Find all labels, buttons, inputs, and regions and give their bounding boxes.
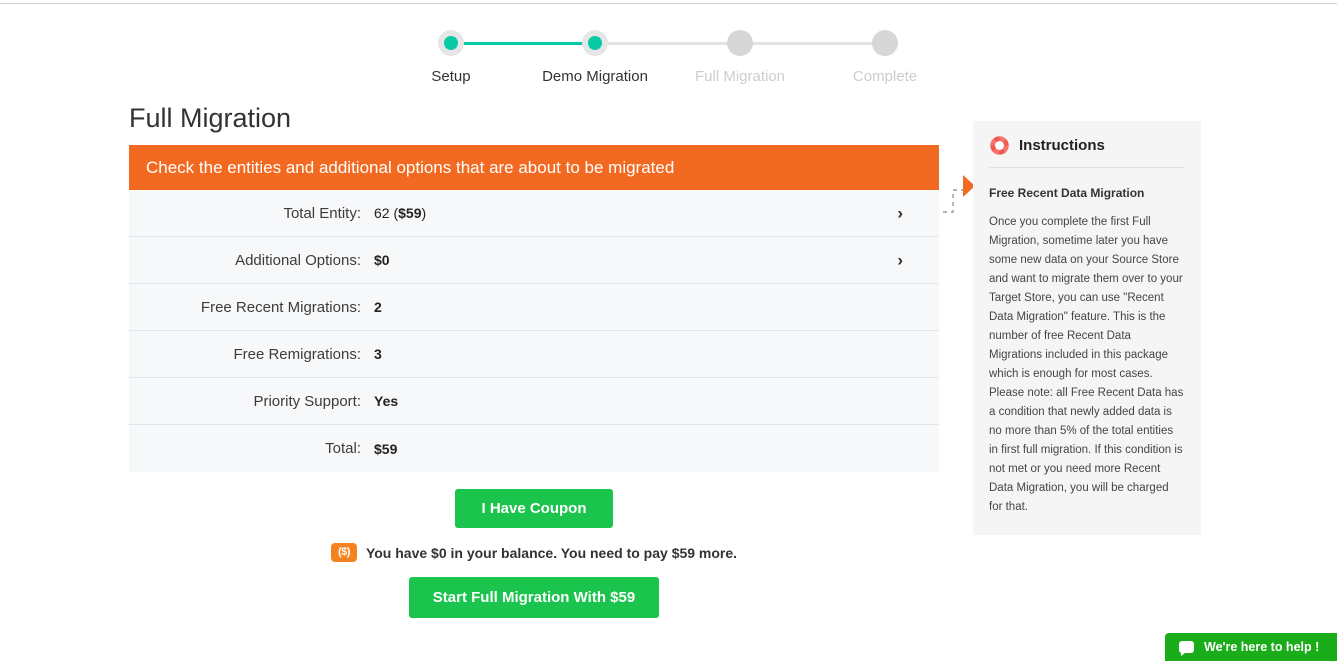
migration-summary-card: Check the entities and additional option…	[129, 145, 939, 472]
table-row: Total: $59	[129, 425, 939, 472]
row-label-total: Total:	[325, 440, 361, 457]
coupon-button-container: I Have Coupon	[129, 489, 939, 528]
step-label-demo-migration: Demo Migration	[542, 68, 648, 85]
row-value-total-entity: 62 ($59)	[374, 205, 427, 221]
chevron-right-icon[interactable]: ›	[897, 205, 903, 222]
card-banner: Check the entities and additional option…	[129, 145, 939, 190]
step-dot-setup	[438, 30, 464, 56]
money-icon: ($)	[330, 543, 357, 562]
lifebuoy-icon	[989, 135, 1010, 156]
dashed-connector	[943, 189, 963, 213]
row-value-total: $59	[374, 440, 398, 457]
table-row: Free Remigrations: 3	[129, 331, 939, 378]
row-value-priority-support: Yes	[374, 393, 399, 409]
table-row[interactable]: Additional Options: $0 ›	[129, 237, 939, 284]
i-have-coupon-button[interactable]: I Have Coupon	[455, 489, 613, 528]
chat-bubble-icon	[1179, 641, 1194, 656]
row-label-free-recent-migrations: Free Recent Migrations:	[200, 298, 361, 316]
instructions-header: Instructions	[989, 135, 1185, 168]
top-divider	[0, 3, 1337, 4]
page-title: Full Migration	[129, 103, 292, 133]
table-row: Free Recent Migrations: 2	[129, 284, 939, 331]
table-row: Priority Support: Yes	[129, 378, 939, 425]
row-value-free-remigrations: 3	[374, 346, 382, 362]
start-button-container: Start Full Migration With $59	[129, 577, 939, 618]
progress-stepper: Setup Demo Migration Full Migration Comp…	[400, 30, 940, 90]
step-label-full-migration: Full Migration	[694, 68, 786, 85]
row-label-free-remigrations: Free Remigrations:	[233, 345, 361, 363]
chat-widget-label: We're here to help !	[1204, 640, 1320, 654]
instructions-subtitle: Free Recent Data Migration	[989, 186, 1145, 200]
table-row[interactable]: Total Entity: 62 ($59) ›	[129, 190, 939, 237]
step-dot-demo-migration	[582, 30, 608, 56]
instructions-body: Once you complete the first Full Migrati…	[989, 216, 1184, 513]
row-label-priority-support: Priority Support:	[253, 392, 361, 410]
step-label-setup: Setup	[431, 68, 471, 85]
instructions-panel: Instructions Free Recent Data Migration …	[973, 121, 1201, 535]
row-label-total-entity: Total Entity:	[283, 204, 361, 222]
start-full-migration-button[interactable]: Start Full Migration With $59	[408, 577, 660, 618]
step-dot-full-migration	[727, 30, 753, 56]
step-complete[interactable]: Complete	[810, 30, 960, 85]
page-root: Setup Demo Migration Full Migration Comp…	[0, 0, 1337, 661]
step-setup[interactable]: Setup	[376, 30, 526, 85]
row-value-additional-options: $0	[374, 252, 390, 268]
instructions-title: Instructions	[1019, 137, 1105, 154]
step-demo-migration[interactable]: Demo Migration	[520, 30, 670, 85]
row-value-free-recent-migrations: 2	[374, 299, 382, 315]
balance-text: You have $0 in your balance. You need to…	[365, 544, 738, 561]
row-label-additional-options: Additional Options:	[235, 251, 361, 269]
chat-widget[interactable]: We're here to help !	[1165, 633, 1337, 661]
step-dot-complete	[872, 30, 898, 56]
chevron-right-icon[interactable]: ›	[897, 252, 903, 269]
balance-notice: ($) You have $0 in your balance. You nee…	[129, 543, 939, 562]
step-label-complete: Complete	[852, 68, 918, 85]
step-full-migration[interactable]: Full Migration	[665, 30, 815, 85]
